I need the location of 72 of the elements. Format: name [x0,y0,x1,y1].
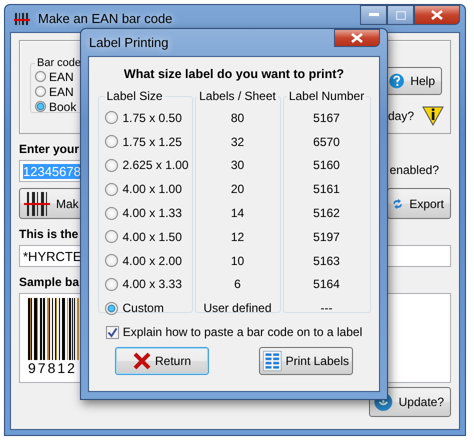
labels-per-sheet: 10 [230,254,244,268]
export-button[interactable]: Export [387,188,451,219]
radio-button[interactable] [104,158,118,172]
update-button[interactable]: Update? [369,387,451,417]
labels-per-sheet: 20 [230,182,244,196]
size-label: 4.00 x 2.00 [122,254,182,268]
minimize-button[interactable] [360,5,387,25]
labels-per-sheet: 14 [230,206,244,220]
radio-button[interactable] [35,86,46,97]
size-label: 2.625 x 1.00 [122,158,189,172]
radio-label: Book [49,100,76,114]
radio-button[interactable] [104,302,118,315]
minimize-icon [368,13,378,17]
group-label: Bar code [36,57,82,69]
radio-button[interactable] [104,182,118,196]
labels-per-sheet: User defined [203,301,272,316]
close-button[interactable] [334,29,380,47]
checkbox[interactable] [106,326,119,338]
barcode-digits: 97812 [28,360,77,376]
radio-button[interactable] [104,206,118,220]
radio-button[interactable] [104,230,118,244]
close-icon [132,352,151,370]
checkbox-label: Explain how to paste a bar code on to a label [122,325,362,339]
tip-text: day? [388,109,414,123]
radio-button[interactable] [35,71,46,82]
label-number: 5160 [313,158,340,172]
info-icon [422,106,444,126]
label-number: 5167 [313,110,340,125]
labels-per-sheet: 32 [230,134,244,149]
print-labels-button[interactable]: Print Labels [259,347,353,375]
labels-per-sheet: 6 [234,277,241,292]
label-number: 5164 [313,277,340,292]
label-number: 6570 [313,134,340,149]
dialog-heading: What size label do you want to print? [124,67,344,81]
barcode-icon [24,192,50,216]
radio-button[interactable] [104,278,118,291]
dialog-title: Label Printing [89,35,168,50]
labels-per-sheet: 80 [230,110,244,125]
radio-label: EAN [49,84,74,98]
radio-button[interactable] [35,101,46,112]
radio-button[interactable] [104,111,118,124]
barcode-icon [14,12,30,24]
maximize-icon [396,10,406,20]
return-button[interactable]: Return [115,347,209,375]
close-icon [431,10,443,20]
maximize-button[interactable] [387,5,414,25]
label-number: 5197 [313,230,340,244]
enabled-text: enabled? [390,163,439,177]
size-label: 1.75 x 1.25 [122,134,182,149]
field-label: Enter your [19,142,80,158]
field-label: Sample ba [19,275,80,291]
label-number: 5162 [313,206,340,220]
size-label: Custom [122,301,164,316]
field-label: This is the [19,227,78,243]
labels-icon [263,349,282,373]
radio-button[interactable] [104,135,118,148]
label-number: 5163 [313,254,340,268]
column-heading: Label Size [106,89,164,103]
label-number: 5161 [313,182,340,196]
close-button[interactable] [414,5,460,25]
column-heading: Labels / Sheet [198,89,277,103]
size-label: 4.00 x 3.33 [122,277,182,292]
labels-per-sheet: 12 [230,230,244,244]
size-label: 1.75 x 0.50 [122,110,182,125]
size-label: 4.00 x 1.50 [122,230,182,244]
label-number: --- [320,301,332,316]
window-title: Make an EAN bar code [38,11,172,26]
radio-label: EAN [49,70,74,84]
radio-button[interactable] [104,254,118,268]
column-heading: Label Number [288,89,366,103]
close-icon [351,33,363,43]
labels-per-sheet: 30 [230,158,244,172]
